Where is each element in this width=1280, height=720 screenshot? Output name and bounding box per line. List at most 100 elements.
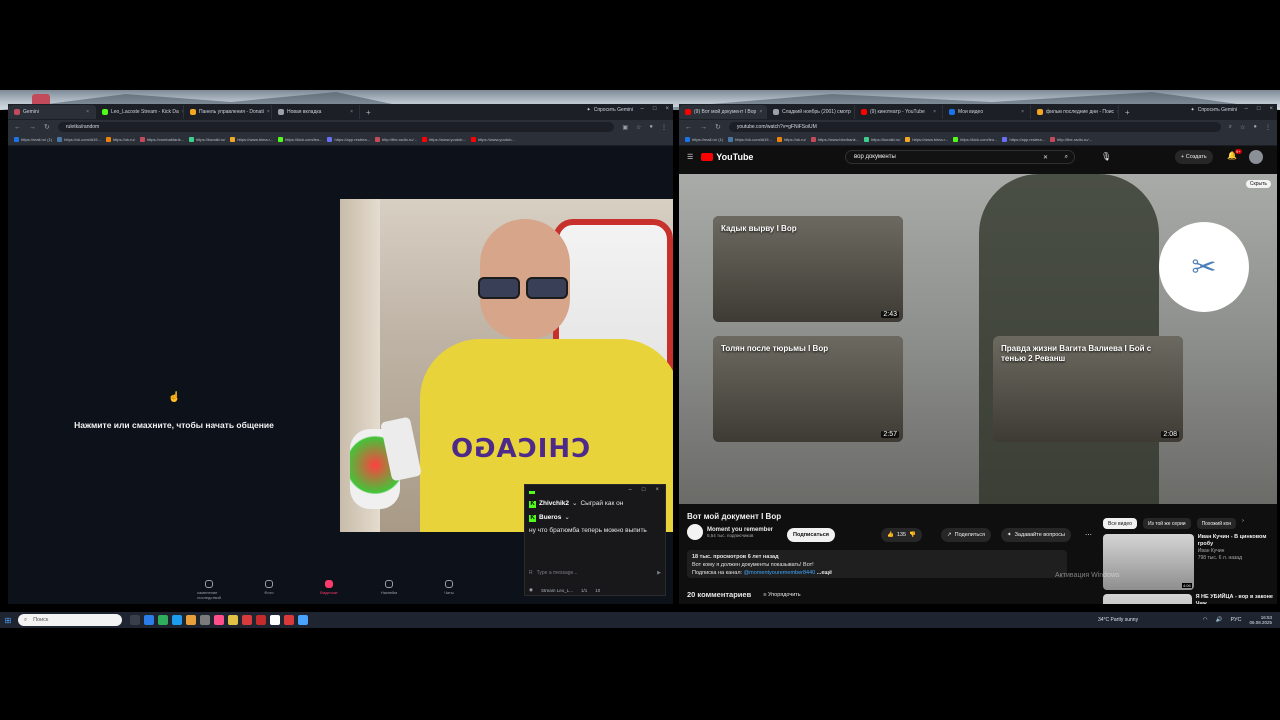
tab[interactable]: фильм последние дни - Поис ×	[1031, 105, 1119, 119]
nav-item[interactable]: изменение последствий	[197, 580, 221, 600]
bookmark-item[interactable]: https://www.bima.r...	[905, 137, 948, 142]
taskbar-app-icon[interactable]	[144, 615, 154, 625]
related-title[interactable]: Я НЕ УБИЙЦА - вор в законе Чиж	[1196, 594, 1277, 604]
related-thumbnail[interactable]	[1103, 594, 1192, 604]
taskbar-app-icon[interactable]	[214, 615, 224, 625]
tab[interactable]: (9) кинотеатр - YouTube ×	[855, 105, 943, 119]
maximize-icon[interactable]: □	[1257, 106, 1261, 112]
bookmark-item[interactable]: http://the-radio.ru/...	[1050, 137, 1092, 142]
nav-item[interactable]: Никнейм	[378, 580, 400, 600]
close-icon[interactable]: ×	[759, 109, 762, 115]
more-icon[interactable]: ⋯	[1085, 531, 1092, 539]
maximize-icon[interactable]: □	[642, 487, 646, 495]
account-avatar[interactable]	[1249, 150, 1263, 164]
back-icon[interactable]: ←	[14, 124, 21, 131]
language-indicator[interactable]: РУС	[1230, 617, 1241, 623]
youtube-logo[interactable]: YouTube	[701, 152, 753, 162]
nav-item[interactable]: Видеочат	[318, 580, 340, 600]
nav-item[interactable]: Фото	[258, 580, 280, 600]
taskbar-search[interactable]: ⌕ Поиск	[18, 614, 122, 626]
bookmark-item[interactable]: https://app.restrea...	[1002, 137, 1045, 142]
clock[interactable]: 16:53 06.08.2025	[1249, 615, 1272, 625]
taskbar-app-icon[interactable]	[130, 615, 140, 625]
chip-all-videos[interactable]: Все видео	[1103, 518, 1137, 529]
taskbar-app-icon[interactable]	[200, 615, 210, 625]
tab[interactable]: Панель управления - Donati ×	[184, 105, 272, 119]
bookmark-item[interactable]: https://www.youtub...	[470, 137, 515, 142]
tab[interactable]: Новая вкладка ×	[272, 105, 360, 119]
tab[interactable]: Мои видео ×	[943, 105, 1031, 119]
bookmark-item[interactable]: https://www.youtub...	[421, 137, 466, 142]
bookmark-item[interactable]: https://mail.ru/ (1)	[685, 137, 723, 142]
bookmark-item[interactable]: https://koraiki.ru/	[188, 137, 225, 142]
minimize-icon[interactable]: –	[1245, 106, 1248, 112]
back-icon[interactable]: ←	[685, 124, 692, 131]
related-thumbnail[interactable]: 4:06	[1103, 534, 1194, 590]
thumbs-up-icon[interactable]: 👍	[887, 532, 894, 538]
bookmark-star-icon[interactable]: ☆	[636, 124, 641, 131]
emote-icon[interactable]: R	[529, 570, 533, 576]
start-chat-prompt[interactable]: Нажмите или смахните, чтобы начать общен…	[8, 420, 340, 430]
end-card-video[interactable]: Правда жизни Вагита Валиева I Бой с тень…	[993, 336, 1183, 442]
extensions-icon[interactable]: ▣	[622, 124, 628, 131]
nav-item[interactable]: Чаты	[438, 580, 460, 600]
reload-icon[interactable]: ↻	[715, 123, 721, 131]
volume-icon[interactable]: 🔊	[1216, 617, 1223, 623]
send-icon[interactable]: ▶	[657, 570, 661, 576]
wifi-icon[interactable]: ◠	[1203, 617, 1208, 623]
close-window-icon[interactable]: ×	[665, 106, 669, 112]
related-channel[interactable]: Иван Кучин	[1198, 548, 1277, 555]
bookmark-item[interactable]: http://the-radio.ru/...	[375, 137, 417, 142]
hamburger-menu-icon[interactable]: ☰	[687, 153, 693, 161]
bookmark-star-icon[interactable]: ☆	[1240, 124, 1245, 131]
start-menu-icon[interactable]: ⊞	[0, 616, 16, 625]
new-tab-button[interactable]: +	[360, 108, 377, 117]
clear-search-icon[interactable]: ✕	[1043, 154, 1048, 161]
menu-icon[interactable]: ⋮	[661, 124, 667, 131]
bookmark-item[interactable]: https://www.bima.r...	[230, 137, 273, 142]
related-video[interactable]: Я НЕ УБИЙЦА - вор в законе Чиж	[1103, 594, 1277, 604]
forward-icon[interactable]: →	[29, 124, 36, 131]
gemini-button[interactable]: ✦ Спросить Gemini	[587, 107, 634, 113]
taskbar-app-icon[interactable]	[298, 615, 308, 625]
show-more-link[interactable]: ...ещё	[817, 570, 832, 576]
taskbar-app-icon[interactable]	[158, 615, 168, 625]
address-bar[interactable]: youtube.com/watch?v=gFNiFSoiUM	[728, 122, 1221, 132]
taskbar-app-icon[interactable]	[270, 615, 280, 625]
minimize-icon[interactable]: –	[629, 487, 632, 495]
taskbar-app-icon[interactable]	[186, 615, 196, 625]
gemini-button[interactable]: ✦ Спросить Gemini	[1191, 107, 1238, 113]
channel-watermark-icon[interactable]: ✂	[1159, 222, 1249, 312]
close-icon[interactable]: ×	[655, 487, 659, 495]
bookmark-item[interactable]: https://app.restrea...	[327, 137, 370, 142]
zoom-icon[interactable]: ⌕	[1229, 124, 1232, 131]
taskbar-app-icon[interactable]	[228, 615, 238, 625]
end-card-video[interactable]: Толян после тюрьмы I Вор 2:57	[713, 336, 903, 442]
bookmark-item[interactable]: https://ok.ru/	[105, 137, 135, 142]
close-window-icon[interactable]: ×	[1269, 106, 1273, 112]
maximize-icon[interactable]: □	[653, 106, 657, 112]
voice-search-icon[interactable]: 🎙	[1101, 152, 1111, 161]
taskbar-app-icon[interactable]	[172, 615, 182, 625]
bookmark-item[interactable]: https://vombat/tank...	[139, 137, 184, 142]
subscribe-button[interactable]: Подписаться	[787, 528, 835, 542]
related-title[interactable]: Иван Кучин - В цинковом гробу	[1198, 534, 1277, 548]
bookmark-item[interactable]: https://vk.com/id19...	[728, 137, 772, 142]
bookmark-item[interactable]: https://kick.com/leo...	[953, 137, 997, 142]
close-icon[interactable]: ×	[86, 109, 89, 115]
channel-info[interactable]: Moment you remember 5,54 тыс. подписчико…	[687, 524, 773, 540]
tab[interactable]: Сладкий ноябрь (2001) смотр ×	[767, 105, 855, 119]
chip-same-series[interactable]: Из той же серии	[1142, 518, 1191, 529]
channel-link[interactable]: @momentyouremember8440	[744, 570, 816, 576]
chat-input[interactable]: R Type a message... ▶	[529, 567, 661, 579]
close-icon[interactable]: ×	[933, 109, 936, 115]
menu-icon[interactable]: ⋮	[1265, 124, 1271, 131]
close-icon[interactable]: ×	[350, 109, 353, 115]
end-card-video[interactable]: Кадык вырву I Вор 2:43	[713, 216, 903, 322]
reload-icon[interactable]: ↻	[44, 123, 50, 131]
search-icon[interactable]: ⌕	[1065, 154, 1068, 161]
bookmark-item[interactable]: https://koraiki.ru/	[863, 137, 900, 142]
weather-widget[interactable]: 34°C Partly sunny	[1098, 617, 1138, 623]
search-input[interactable]: вор документы ✕ ⌕	[845, 150, 1075, 164]
taskbar-app-icon[interactable]	[284, 615, 294, 625]
